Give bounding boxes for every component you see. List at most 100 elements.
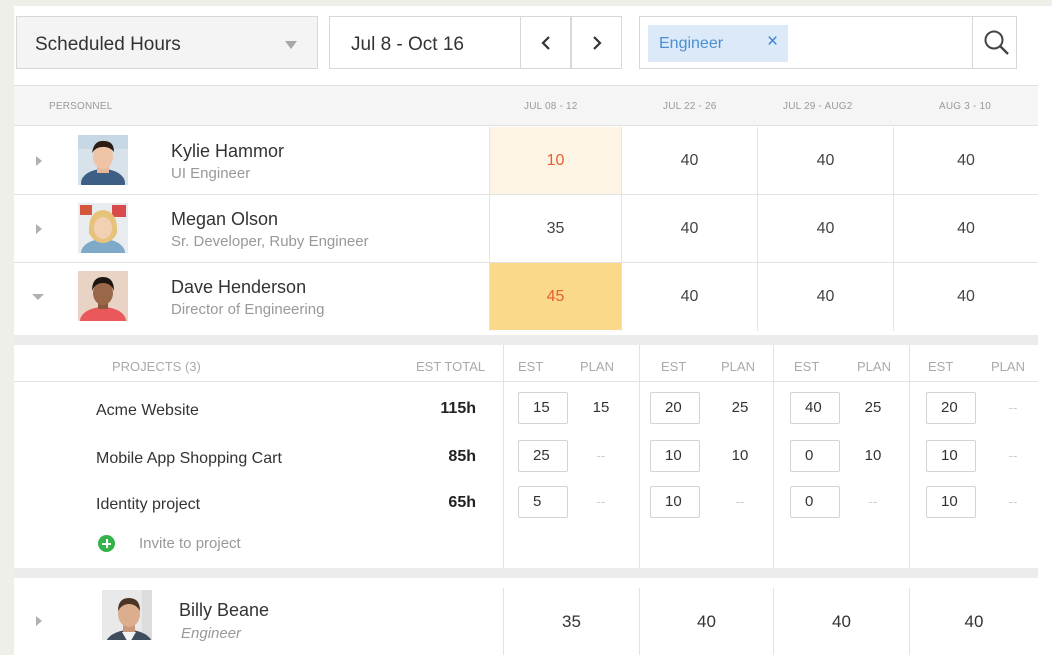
project-row-identity-project: Identity project 65h 5 -- 10 -- 0 -- 10 … (14, 486, 1038, 526)
avatar (102, 590, 152, 640)
plan-value: -- (596, 448, 606, 463)
date-range-field[interactable]: Jul 8 - Oct 16 (329, 16, 521, 69)
est-input[interactable]: 25 (518, 440, 568, 472)
project-est-total: 85h (448, 448, 476, 465)
hours-cell[interactable]: 10 (490, 127, 621, 194)
person-role: Sr. Developer, Ruby Engineer (171, 233, 369, 250)
project-row-mobile-app-shopping-cart: Mobile App Shopping Cart 85h 25 -- 10 10… (14, 440, 1038, 480)
est-header: EST (794, 359, 820, 374)
avatar (78, 203, 128, 253)
plan-value: -- (1008, 494, 1018, 509)
est-input[interactable]: 10 (926, 486, 976, 518)
hours-cell[interactable]: 40 (758, 195, 893, 262)
invite-to-project-label: Invite to project (139, 535, 241, 552)
project-est-total: 115h (440, 400, 476, 417)
expand-arrow-icon[interactable] (36, 224, 42, 234)
plan-header: PLAN (857, 359, 891, 374)
est-input[interactable]: 40 (790, 392, 840, 424)
plan-value: 10 (731, 447, 749, 464)
chevron-left-icon (541, 36, 550, 50)
view-select-value: Scheduled Hours (35, 34, 181, 55)
projects-panel: PROJECTS (3) EST TOTAL EST PLAN EST PLAN… (14, 335, 1038, 578)
filter-tag-label: Engineer (659, 35, 724, 52)
plan-value: 25 (731, 399, 749, 416)
projects-header: PROJECTS (3) (112, 359, 201, 374)
project-name: Identity project (96, 496, 201, 513)
est-input[interactable]: 0 (790, 440, 840, 472)
plan-value: 15 (592, 399, 610, 416)
date-range-value: Jul 8 - Oct 16 (351, 34, 464, 55)
hours-cell[interactable]: 40 (894, 127, 1038, 194)
hours-cell[interactable]: 35 (504, 588, 639, 655)
est-input[interactable]: 10 (650, 440, 700, 472)
person-role: Director of Engineering (171, 301, 325, 318)
search-divider (972, 17, 973, 68)
plan-value: -- (735, 494, 745, 509)
hours-cell[interactable]: 40 (622, 263, 757, 330)
hours-cell[interactable]: 45 (490, 263, 621, 330)
hours-cell[interactable]: 40 (622, 195, 757, 262)
column-header-week-1: JUL 08 - 12 (524, 101, 578, 112)
column-header-week-3: JUL 29 - AUG2 (783, 101, 853, 112)
person-role: Engineer (181, 625, 242, 642)
person-name: Megan Olson (171, 209, 279, 229)
expand-arrow-icon[interactable] (36, 156, 42, 166)
est-input[interactable]: 10 (926, 440, 976, 472)
chevron-down-icon (285, 41, 297, 49)
person-row-billy-beane[interactable]: Billy Beane Engineer 35 40 40 40 (14, 588, 1038, 655)
avatar (78, 271, 128, 321)
chevron-right-icon (593, 36, 602, 50)
est-input[interactable]: 15 (518, 392, 568, 424)
column-header-week-4: AUG 3 - 10 (939, 101, 992, 112)
avatar (78, 135, 128, 185)
view-select[interactable]: Scheduled Hours (16, 16, 318, 69)
hours-cell[interactable]: 40 (894, 263, 1038, 330)
expand-arrow-icon[interactable] (36, 616, 42, 626)
est-header: EST (518, 359, 544, 374)
plan-value: -- (1008, 448, 1018, 463)
est-total-header: EST TOTAL (416, 359, 486, 374)
hours-cell[interactable]: 40 (894, 195, 1038, 262)
hours-cell[interactable]: 40 (758, 127, 893, 194)
column-header-week-2: JUL 22 - 26 (663, 101, 717, 112)
person-row-kylie-hammor[interactable]: Kylie Hammor UI Engineer 10 40 40 40 (14, 127, 1038, 195)
est-input[interactable]: 20 (926, 392, 976, 424)
plus-circle-icon (98, 535, 115, 552)
person-name: Kylie Hammor (171, 141, 285, 161)
previous-period-button[interactable] (520, 16, 571, 69)
hours-cell[interactable]: 40 (758, 263, 893, 330)
hours-cell[interactable]: 35 (490, 195, 621, 262)
hours-cell[interactable]: 40 (910, 588, 1038, 655)
plan-value: 25 (864, 399, 882, 416)
project-name: Mobile App Shopping Cart (96, 450, 282, 467)
plan-header: PLAN (721, 359, 755, 374)
search-icon (984, 30, 1009, 55)
plan-value: -- (868, 494, 878, 509)
plan-value: 10 (864, 447, 882, 464)
next-period-button[interactable] (571, 16, 622, 69)
hours-cell[interactable]: 40 (774, 588, 909, 655)
est-input[interactable]: 20 (650, 392, 700, 424)
hours-cell[interactable]: 40 (622, 127, 757, 194)
person-name: Billy Beane (179, 600, 270, 620)
column-header-personnel: PERSONNEL (49, 101, 113, 112)
est-input[interactable]: 5 (518, 486, 568, 518)
plan-header: PLAN (991, 359, 1025, 374)
person-role: UI Engineer (171, 165, 251, 182)
table-header: PERSONNEL JUL 08 - 12 JUL 22 - 26 JUL 29… (14, 85, 1038, 126)
hours-cell[interactable]: 40 (640, 588, 773, 655)
est-input[interactable]: 10 (650, 486, 700, 518)
plan-header: PLAN (580, 359, 614, 374)
close-icon[interactable]: × (767, 32, 778, 52)
person-row-megan-olson[interactable]: Megan Olson Sr. Developer, Ruby Engineer… (14, 195, 1038, 263)
est-header: EST (661, 359, 687, 374)
est-header: EST (928, 359, 954, 374)
est-input[interactable]: 0 (790, 486, 840, 518)
plan-value: -- (596, 494, 606, 509)
filter-search-field[interactable]: Engineer × (639, 16, 1017, 69)
search-button[interactable] (983, 29, 1011, 62)
person-row-dave-henderson[interactable]: Dave Henderson Director of Engineering 4… (14, 263, 1038, 331)
project-name: Acme Website (96, 402, 199, 419)
plan-value: -- (1008, 400, 1018, 415)
collapse-arrow-icon[interactable] (32, 294, 44, 300)
